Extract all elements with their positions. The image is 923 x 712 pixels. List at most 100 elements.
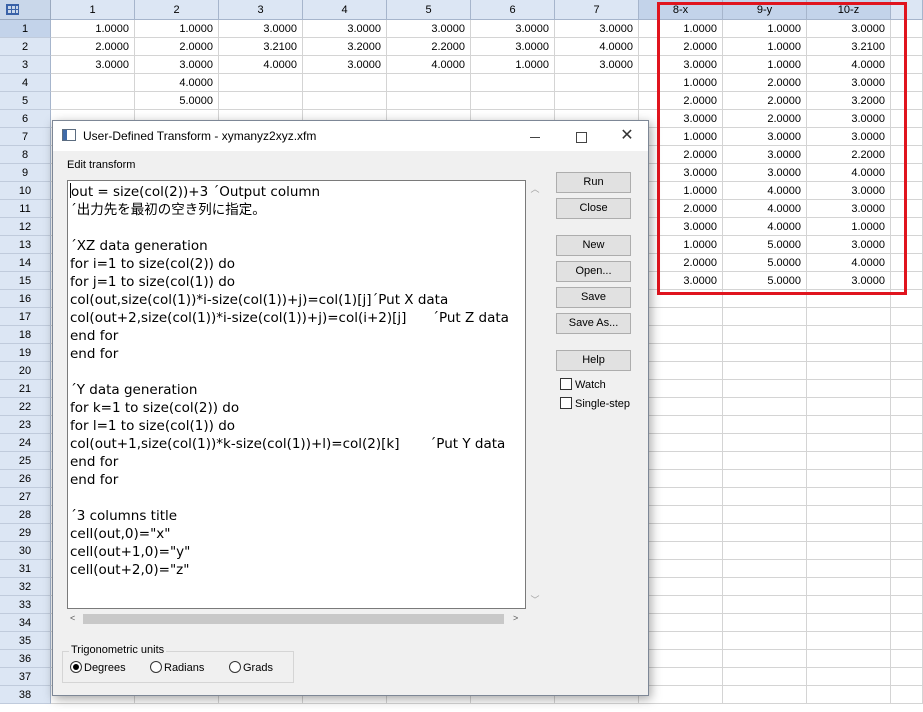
sheet-cell[interactable] (639, 542, 723, 560)
sheet-cell[interactable]: 1.0000 (639, 74, 723, 92)
sheet-cell[interactable]: 3.0000 (135, 56, 219, 74)
row-header[interactable]: 5 (0, 92, 51, 110)
sheet-cell[interactable] (807, 650, 891, 668)
sheet-cell[interactable] (639, 578, 723, 596)
help-button[interactable]: Help (556, 350, 631, 371)
row-header[interactable]: 29 (0, 524, 51, 542)
row-header[interactable]: 17 (0, 308, 51, 326)
sheet-cell[interactable] (807, 416, 891, 434)
column-header[interactable]: 9-y (723, 0, 807, 20)
sheet-cell[interactable]: 3.0000 (639, 56, 723, 74)
sheet-cell[interactable]: 3.2100 (807, 38, 891, 56)
sheet-cell[interactable] (891, 236, 923, 254)
column-header[interactable]: 3 (219, 0, 303, 20)
sheet-cell[interactable] (639, 380, 723, 398)
sheet-cell[interactable]: 5.0000 (723, 254, 807, 272)
sheet-cell[interactable]: 2.0000 (639, 200, 723, 218)
sheet-cell[interactable] (807, 632, 891, 650)
single-step-checkbox-box[interactable] (560, 397, 572, 409)
sheet-cell[interactable]: 1.0000 (723, 56, 807, 74)
row-header[interactable]: 11 (0, 200, 51, 218)
sheet-cell[interactable]: 3.0000 (807, 182, 891, 200)
column-header[interactable]: 5 (387, 0, 471, 20)
row-header[interactable]: 30 (0, 542, 51, 560)
sheet-cell[interactable]: 2.0000 (135, 38, 219, 56)
sheet-cell[interactable] (807, 452, 891, 470)
sheet-cell[interactable] (891, 650, 923, 668)
sheet-cell[interactable] (807, 596, 891, 614)
sheet-cell[interactable] (471, 92, 555, 110)
sheet-cell[interactable]: 5.0000 (723, 272, 807, 290)
sheet-cell[interactable] (891, 506, 923, 524)
row-header[interactable]: 26 (0, 470, 51, 488)
sheet-cell[interactable] (891, 596, 923, 614)
sheet-cell[interactable] (807, 290, 891, 308)
sheet-cell[interactable] (387, 92, 471, 110)
dialog-titlebar[interactable]: User-Defined Transform - xymanyz2xyz.xfm… (53, 121, 648, 151)
close-button[interactable]: Close (556, 198, 631, 219)
row-header[interactable]: 22 (0, 398, 51, 416)
sheet-cell[interactable] (639, 524, 723, 542)
sheet-cell[interactable]: 2.2000 (807, 146, 891, 164)
row-header[interactable]: 14 (0, 254, 51, 272)
sheet-cell[interactable] (723, 362, 807, 380)
sheet-cell[interactable]: 3.0000 (303, 20, 387, 38)
sheet-cell[interactable] (723, 686, 807, 704)
sheet-cell[interactable] (639, 470, 723, 488)
sheet-cell[interactable] (639, 308, 723, 326)
sheet-cell[interactable]: 2.0000 (639, 38, 723, 56)
sheet-cell[interactable]: 4.0000 (555, 38, 639, 56)
sheet-cell[interactable]: 3.0000 (555, 56, 639, 74)
radians-radio-button[interactable] (150, 661, 162, 673)
sheet-cell[interactable]: 3.0000 (723, 128, 807, 146)
sheet-cell[interactable] (891, 524, 923, 542)
sheet-cell[interactable] (639, 434, 723, 452)
sheet-cell[interactable] (807, 506, 891, 524)
sheet-cell[interactable] (891, 326, 923, 344)
sheet-cell[interactable] (219, 74, 303, 92)
sheet-cell[interactable] (723, 596, 807, 614)
sheet-cell[interactable] (891, 20, 923, 38)
column-header[interactable]: 6 (471, 0, 555, 20)
sheet-cell[interactable] (639, 560, 723, 578)
sheet-cell[interactable] (639, 650, 723, 668)
row-header[interactable]: 31 (0, 560, 51, 578)
sheet-cell[interactable] (639, 362, 723, 380)
sheet-cell[interactable]: 4.0000 (807, 56, 891, 74)
scroll-down-arrow-icon[interactable]: ﹀ (529, 594, 541, 606)
row-header[interactable]: 20 (0, 362, 51, 380)
sheet-cell[interactable] (807, 524, 891, 542)
sheet-cell[interactable]: 5.0000 (723, 236, 807, 254)
sheet-cell[interactable] (723, 524, 807, 542)
sheet-cell[interactable] (807, 398, 891, 416)
sheet-cell[interactable] (891, 578, 923, 596)
sheet-cell[interactable] (807, 614, 891, 632)
sheet-cell[interactable] (723, 326, 807, 344)
row-header[interactable]: 21 (0, 380, 51, 398)
sheet-cell[interactable] (639, 506, 723, 524)
new-button[interactable]: New (556, 235, 631, 256)
row-header[interactable]: 4 (0, 74, 51, 92)
sheet-cell[interactable] (891, 380, 923, 398)
sheet-cell[interactable]: 3.0000 (639, 272, 723, 290)
sheet-cell[interactable] (891, 200, 923, 218)
sheet-cell[interactable] (723, 614, 807, 632)
sheet-cell[interactable]: 1.0000 (639, 182, 723, 200)
sheet-cell[interactable]: 3.0000 (639, 110, 723, 128)
row-header[interactable]: 24 (0, 434, 51, 452)
sheet-cell[interactable] (723, 416, 807, 434)
sheet-cell[interactable]: 3.0000 (807, 20, 891, 38)
sheet-cell[interactable] (891, 632, 923, 650)
sheet-cell[interactable]: 3.2000 (303, 38, 387, 56)
sheet-cell[interactable]: 1.0000 (807, 218, 891, 236)
sheet-cell[interactable] (891, 686, 923, 704)
sheet-cell[interactable] (891, 398, 923, 416)
sheet-cell[interactable] (303, 92, 387, 110)
sheet-cell[interactable] (891, 164, 923, 182)
row-header[interactable]: 15 (0, 272, 51, 290)
sheet-cell[interactable] (807, 362, 891, 380)
sheet-cell[interactable] (807, 578, 891, 596)
sheet-cell[interactable]: 1.0000 (639, 236, 723, 254)
sheet-cell[interactable]: 1.0000 (639, 20, 723, 38)
sheet-cell[interactable]: 4.0000 (807, 254, 891, 272)
